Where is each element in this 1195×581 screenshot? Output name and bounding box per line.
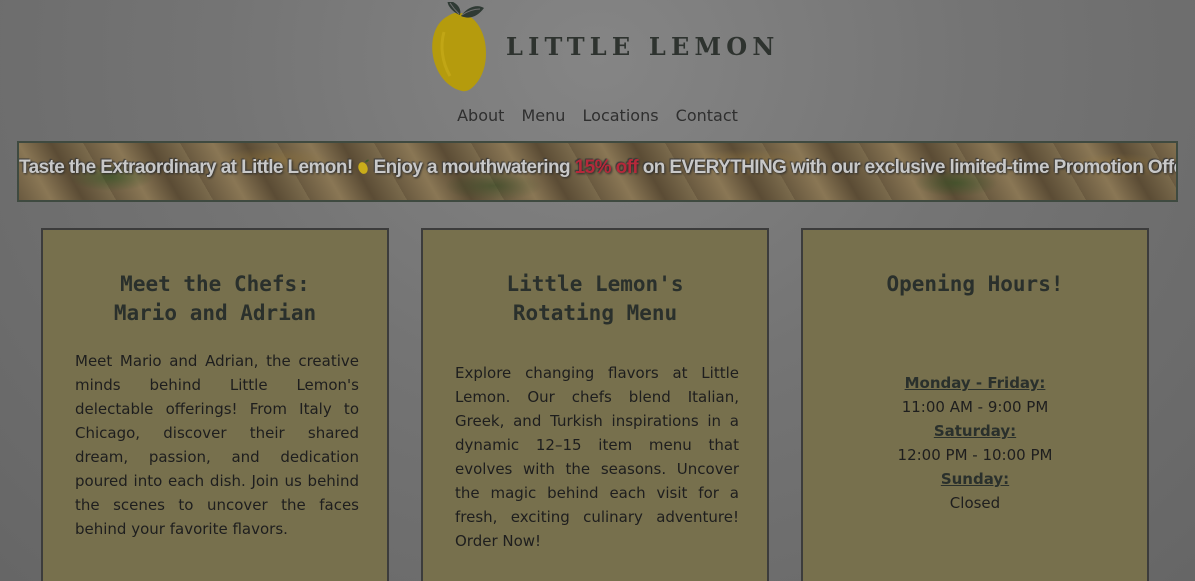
- promo-text: Taste the Extraordinary at Little Lemon!…: [19, 157, 1176, 179]
- menu-card-title: Little Lemon's Rotating Menu: [423, 270, 767, 328]
- site-logo[interactable]: LITTLE LEMON: [430, 2, 774, 94]
- menu-title-line2: Rotating Menu: [512, 301, 678, 325]
- promo-text-middle: Enjoy a mouthwatering: [373, 157, 571, 178]
- menu-card: Little Lemon's Rotating Menu Explore cha…: [421, 228, 769, 581]
- hours-day-sunday: Sunday:: [940, 470, 1010, 488]
- chefs-card-text: Meet Mario and Adrian, the creative mind…: [75, 352, 359, 538]
- main-nav: About Menu Locations Contact: [0, 106, 1195, 125]
- menu-card-text: Explore changing flavors at Little Lemon…: [455, 364, 739, 550]
- hours-list: Monday - Friday: 11:00 AM - 9:00 PM Satu…: [803, 371, 1147, 515]
- hours-card: Opening Hours! Monday - Friday: 11:00 AM…: [801, 228, 1149, 581]
- hours-day-weekdays: Monday - Friday:: [904, 374, 1046, 392]
- chefs-card: Meet the Chefs: Mario and Adrian Meet Ma…: [41, 228, 389, 581]
- promo-text-end: on EVERYTHING with our exclusive limited…: [642, 157, 1178, 178]
- nav-link-contact[interactable]: Contact: [676, 106, 738, 125]
- menu-title-line1: Little Lemon's: [506, 272, 684, 296]
- brand-name: LITTLE LEMON: [506, 32, 780, 61]
- hours-time-saturday: 12:00 PM - 10:00 PM: [897, 446, 1053, 464]
- lemon-icon: [432, 2, 486, 92]
- nav-link-menu[interactable]: Menu: [522, 106, 566, 125]
- hours-time-weekdays: 11:00 AM - 9:00 PM: [901, 398, 1049, 416]
- promo-banner: Taste the Extraordinary at Little Lemon!…: [17, 141, 1178, 202]
- promo-text-start: Taste the Extraordinary at Little Lemon!: [19, 157, 353, 178]
- lemon-emoji-icon: [357, 159, 369, 174]
- hours-day-saturday: Saturday:: [933, 422, 1017, 440]
- chefs-title-line2: Mario and Adrian: [113, 301, 317, 325]
- page: LITTLE LEMON About Menu Locations Contac…: [0, 0, 1195, 581]
- chefs-title-line1: Meet the Chefs:: [120, 272, 310, 296]
- nav-link-locations[interactable]: Locations: [583, 106, 659, 125]
- hours-card-title: Opening Hours!: [886, 272, 1064, 296]
- promo-discount: 15% off: [574, 157, 639, 178]
- hours-time-sunday: Closed: [949, 494, 1001, 512]
- chefs-card-title: Meet the Chefs: Mario and Adrian: [43, 270, 387, 328]
- nav-link-about[interactable]: About: [457, 106, 504, 125]
